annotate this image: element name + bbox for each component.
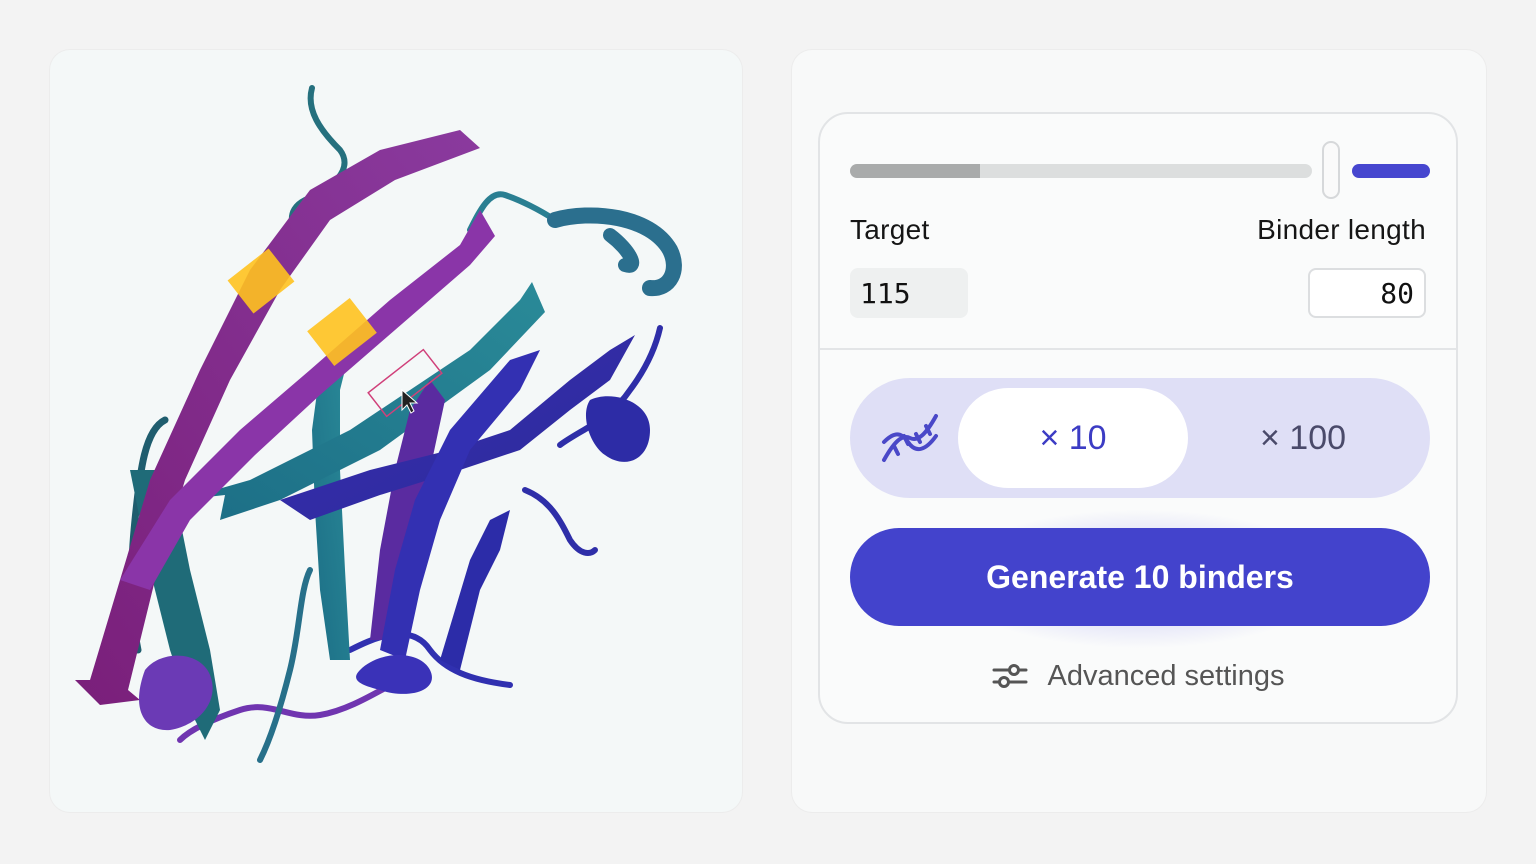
protein-viewer[interactable] [50, 50, 742, 812]
target-field[interactable]: 115 [850, 268, 968, 318]
binder-control-panel: Target Binder length 115 80 × 10 × 100 G… [792, 50, 1486, 812]
target-label: Target [850, 214, 930, 245]
batch-size-toggle[interactable]: × 10 × 100 [850, 378, 1430, 498]
dna-icon [882, 414, 938, 462]
protein-structure[interactable] [50, 50, 742, 812]
sequence-slider[interactable] [850, 138, 1430, 208]
binder-length-field[interactable]: 80 [1308, 268, 1426, 318]
helix-blue [356, 655, 432, 694]
advanced-settings-label: Advanced settings [1047, 659, 1285, 692]
binder-length-label: Binder length [1257, 214, 1426, 245]
sliders-icon [992, 664, 1027, 688]
binder-track[interactable] [1352, 164, 1430, 178]
highlight-residue-2 [307, 298, 377, 366]
option-x100[interactable]: × 100 [1188, 388, 1418, 488]
generate-binders-button[interactable]: Generate 10 binders [850, 528, 1430, 626]
settings-card: Target Binder length 115 80 × 10 × 100 G… [818, 112, 1458, 724]
slider-track[interactable] [980, 164, 1312, 178]
target-track[interactable] [850, 164, 980, 178]
helix-blue-2 [585, 396, 650, 462]
slider-handle[interactable] [1322, 141, 1340, 199]
option-x10[interactable]: × 10 [958, 388, 1188, 488]
strand-blue-3 [440, 510, 510, 670]
advanced-settings-link[interactable]: Advanced settings [820, 654, 1456, 698]
divider [820, 348, 1456, 350]
